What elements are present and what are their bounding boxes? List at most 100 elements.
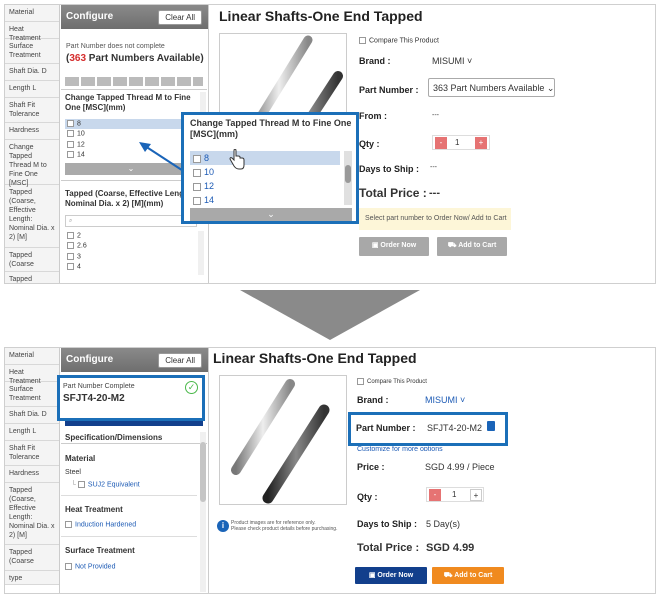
nav-type[interactable]: type bbox=[5, 571, 59, 585]
option-3[interactable]: 3 bbox=[65, 252, 195, 262]
nav-hardness[interactable]: Hardness bbox=[5, 466, 59, 483]
callout-title: Change Tapped Thread M to Fine One [MSC]… bbox=[190, 118, 352, 139]
qty-input[interactable]: 1 bbox=[455, 138, 459, 147]
progress-bar-complete bbox=[65, 421, 203, 426]
option-not-provided[interactable]: Not Provided bbox=[65, 563, 115, 570]
heat-treatment-heading: Heat Treatment bbox=[65, 505, 123, 514]
brand-label: Brand : bbox=[357, 395, 389, 405]
total-price-label: Total Price : bbox=[357, 542, 420, 554]
option-4[interactable]: 4 bbox=[65, 262, 195, 272]
tab-specification[interactable]: Specification/Dimensions bbox=[61, 430, 207, 444]
callout-scrollbar[interactable] bbox=[344, 151, 352, 205]
callout-option-10[interactable]: 10 bbox=[190, 165, 340, 179]
days-to-ship-value: --- bbox=[430, 164, 437, 171]
configure-header: Configure Clear All bbox=[61, 348, 208, 372]
transition-arrow-icon bbox=[240, 290, 420, 340]
part-number-highlight: Part Number : SFJT4-20-M2 bbox=[348, 412, 508, 446]
total-price-label: Total Price : bbox=[359, 186, 427, 200]
nav-heat-treatment[interactable]: Heat Treatment bbox=[5, 365, 59, 385]
product-image bbox=[219, 375, 347, 505]
from-label: From : bbox=[359, 111, 387, 121]
filter-search-input[interactable]: ⌕ bbox=[65, 215, 197, 227]
option-suj2[interactable]: └ SUJ2 Equivalent bbox=[71, 481, 140, 488]
configure-title: Configure bbox=[66, 354, 114, 365]
before-filter-nav: Material Heat Treatment Surface Treatmen… bbox=[5, 5, 60, 283]
cart-icon: ⛟ bbox=[443, 572, 453, 579]
nav-length[interactable]: Length L bbox=[5, 81, 59, 98]
before-screenshot: Material Heat Treatment Surface Treatmen… bbox=[4, 4, 656, 284]
nav-tapped-coarse-2[interactable]: Tapped (Coarse bbox=[5, 248, 59, 272]
option-2-6[interactable]: 2.6 bbox=[65, 241, 195, 251]
nav-shaft-dia[interactable]: Shaft Dia. D bbox=[5, 64, 59, 81]
order-icon: ▣ bbox=[371, 242, 379, 249]
nav-shaft-fit[interactable]: Shaft Fit Tolerance bbox=[5, 441, 59, 466]
qty-plus-button[interactable]: + bbox=[475, 137, 487, 149]
option-2[interactable]: 2 bbox=[65, 231, 195, 241]
nav-shaft-dia[interactable]: Shaft Dia. D bbox=[5, 407, 59, 424]
part-number-label: Part Number : bbox=[356, 423, 416, 433]
order-icon: ▣ bbox=[368, 572, 376, 579]
part-number-select[interactable]: 363 Part Numbers Available ⌄ bbox=[428, 78, 555, 97]
section-scrollbar[interactable] bbox=[198, 231, 204, 275]
nav-material[interactable]: Material bbox=[5, 348, 59, 365]
nav-tapped-coarse[interactable]: Tapped (Coarse, Effective Length: Nomina… bbox=[5, 483, 59, 545]
copy-icon[interactable] bbox=[487, 421, 495, 431]
compare-checkbox[interactable]: Compare This Product bbox=[359, 37, 439, 44]
select-notice: Select part number to Order Now/ Add to … bbox=[359, 208, 511, 230]
nav-hardness[interactable]: Hardness bbox=[5, 123, 59, 140]
nav-tapped-coarse[interactable]: Tapped (Coarse, Effective Length: Nomina… bbox=[5, 185, 59, 248]
divider bbox=[61, 536, 197, 537]
part-complete-highlight: Part Number Complete SFJT4-20-M2 ✓ bbox=[57, 375, 205, 421]
option-8[interactable]: 8 bbox=[65, 119, 197, 130]
nav-length[interactable]: Length L bbox=[5, 424, 59, 441]
after-filter-nav: Material Heat Treatment Surface Treatmen… bbox=[5, 348, 60, 593]
brand-link[interactable]: MISUMI ˅ bbox=[425, 395, 465, 405]
nav-material[interactable]: Material bbox=[5, 5, 59, 22]
qty-minus-button[interactable]: - bbox=[435, 137, 447, 149]
after-configure-panel: Configure Clear All Part Number Complete… bbox=[57, 348, 209, 593]
nav-surface-treatment[interactable]: Surface Treatment bbox=[5, 382, 59, 407]
days-to-ship-value: 5 Day(s) bbox=[426, 519, 461, 529]
qty-minus-button[interactable]: - bbox=[429, 489, 441, 501]
order-now-button[interactable]: ▣ Order Now bbox=[355, 567, 427, 584]
spec-scrollbar[interactable] bbox=[200, 432, 206, 592]
qty-stepper: - 1 + bbox=[432, 135, 490, 150]
callout-chevron-down-icon[interactable]: ⌄ bbox=[190, 208, 352, 221]
clear-all-button[interactable]: Clear All bbox=[158, 353, 202, 368]
image-disclaimer: Product images are for reference only. Pl… bbox=[231, 520, 338, 532]
days-to-ship-label: Days to Ship : bbox=[359, 164, 420, 174]
qty-input[interactable]: 1 bbox=[452, 490, 456, 499]
nav-surface-treatment[interactable]: Surface Treatment bbox=[5, 39, 59, 64]
qty-label: Qty : bbox=[357, 492, 378, 502]
progress-bar bbox=[65, 77, 203, 86]
nav-tapped-coarse-2[interactable]: Tapped (Coarse bbox=[5, 545, 59, 571]
nav-change-tapped[interactable]: Change Tapped Thread M to Fine One [MSC] bbox=[5, 140, 59, 187]
nav-heat-treatment[interactable]: Heat Treatment bbox=[5, 22, 59, 42]
section-tapped-coarse-options: 2 2.6 3 4 bbox=[65, 231, 195, 272]
configure-header: Configure Clear All bbox=[61, 5, 208, 29]
cart-icon: ⛟ bbox=[447, 242, 457, 249]
more-options-link[interactable]: Customize for more options bbox=[357, 446, 443, 451]
add-to-cart-button[interactable]: ⛟ Add to Cart bbox=[437, 237, 507, 256]
steel-label: Steel bbox=[65, 469, 81, 476]
part-number-value: SFJT4-20-M2 bbox=[427, 423, 483, 433]
days-to-ship-label: Days to Ship : bbox=[357, 519, 418, 529]
product-title: Linear Shafts-One End Tapped bbox=[213, 350, 417, 366]
add-to-cart-button[interactable]: ⛟ Add to Cart bbox=[432, 567, 504, 584]
callout-option-12[interactable]: 12 bbox=[190, 179, 340, 193]
order-now-button[interactable]: ▣ Order Now bbox=[359, 237, 429, 256]
compare-checkbox[interactable]: Compare This Product bbox=[357, 378, 427, 385]
part-number-complete: SFJT4-20-M2 bbox=[63, 393, 125, 404]
divider bbox=[61, 495, 197, 496]
option-10[interactable]: 10 bbox=[65, 129, 197, 139]
brand-link[interactable]: MISUMI ˅ bbox=[432, 56, 472, 66]
option-induction[interactable]: Induction Hardened bbox=[65, 521, 136, 528]
nav-shaft-fit[interactable]: Shaft Fit Tolerance bbox=[5, 98, 59, 123]
total-price-value: SGD 4.99 bbox=[426, 542, 475, 554]
callout-option-8[interactable]: 8 bbox=[190, 151, 340, 165]
qty-plus-button[interactable]: + bbox=[470, 489, 482, 501]
price-value: SGD 4.99 / Piece bbox=[425, 462, 495, 472]
clear-all-button[interactable]: Clear All bbox=[158, 10, 202, 25]
nav-tapped[interactable]: Tapped bbox=[5, 272, 59, 283]
callout-option-14[interactable]: 14 bbox=[190, 193, 340, 207]
